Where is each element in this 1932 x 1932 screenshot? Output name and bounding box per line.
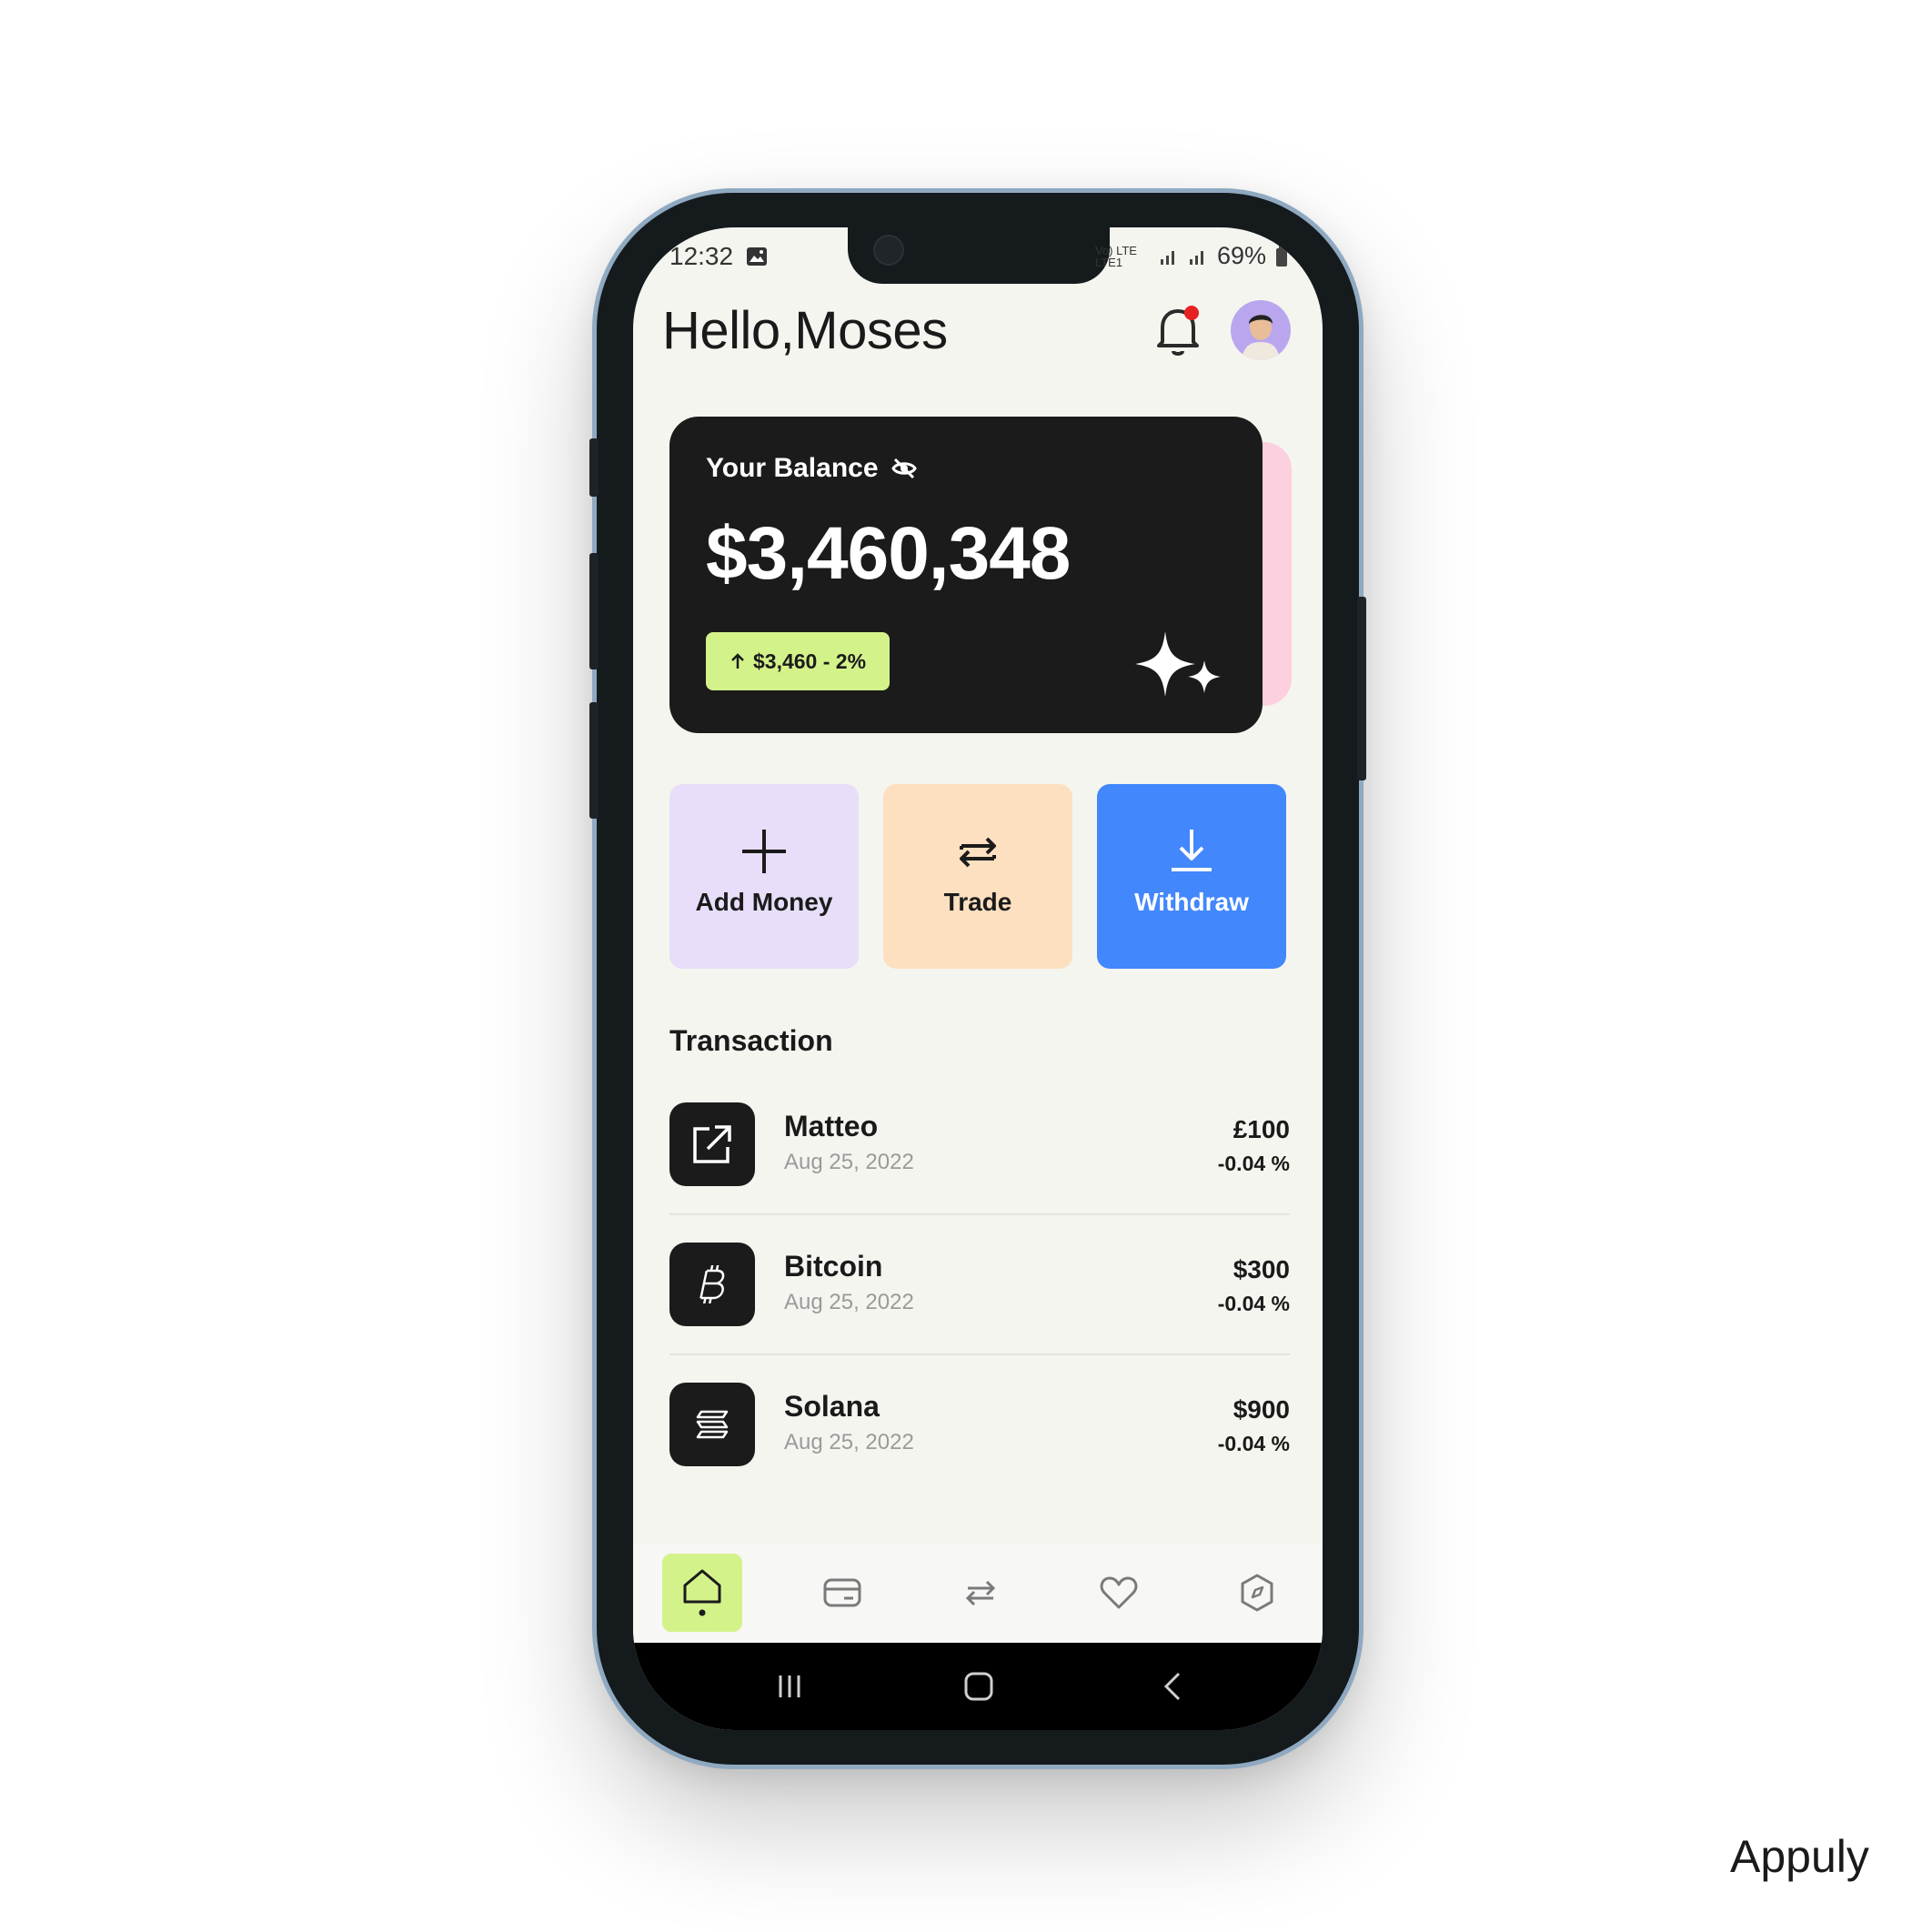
- transaction-date: Aug 25, 2022: [784, 1290, 914, 1314]
- volume-up-button: [589, 553, 599, 669]
- transaction-change: -0.04 %: [1217, 1432, 1290, 1455]
- transaction-row[interactable]: Solana Aug 25, 2022 $900 -0.04 %: [669, 1383, 1290, 1466]
- withdraw-button[interactable]: Withdraw: [1097, 784, 1286, 969]
- phone-frame: 12:32 Vo) LTE LTE1 69% Hello,Moses Your …: [589, 193, 1366, 1765]
- arrow-up-icon: [731, 653, 744, 669]
- eye-off-icon[interactable]: [891, 458, 917, 479]
- balance-label: Your Balance: [706, 453, 879, 483]
- transaction-amount: $300: [1233, 1255, 1290, 1283]
- signal-icon-2: [1189, 250, 1203, 265]
- transaction-name: Bitcoin: [784, 1250, 883, 1283]
- trade-button[interactable]: Trade: [883, 784, 1072, 969]
- solana-icon: [696, 1410, 729, 1439]
- swap-icon: [960, 837, 996, 868]
- transaction-icon-tile: [669, 1383, 755, 1466]
- balance-card[interactable]: Your Balance $3,460,348 $3,460 - 2%: [669, 417, 1263, 733]
- bottom-navigation: [633, 1545, 1323, 1643]
- add-money-label: Add Money: [695, 888, 833, 916]
- status-time: 12:32: [669, 242, 768, 271]
- balance-change-badge: $3,460 - 2%: [706, 632, 890, 690]
- transaction-change: -0.04 %: [1217, 1292, 1290, 1315]
- trade-label: Trade: [943, 888, 1012, 916]
- balance-amount: $3,460,348: [706, 512, 1071, 595]
- heart-icon: [1100, 1576, 1138, 1609]
- divider: [669, 1353, 1290, 1355]
- divider: [669, 1213, 1290, 1215]
- transaction-row[interactable]: Matteo Aug 25, 2022 £100 -0.04 %: [669, 1102, 1290, 1186]
- greeting-title: Hello,Moses: [662, 301, 948, 360]
- network-label: Vo) LTE LTE1: [1094, 243, 1137, 269]
- balance-label-row: Your Balance: [706, 453, 917, 484]
- transaction-row[interactable]: Bitcoin Aug 25, 2022 $300 -0.04 %: [669, 1243, 1290, 1326]
- transaction-amount: £100: [1233, 1115, 1290, 1143]
- notch: [848, 227, 1110, 284]
- nav-favorites[interactable]: [1079, 1554, 1159, 1632]
- transaction-amount: $900: [1233, 1395, 1290, 1424]
- battery-percent: 69%: [1216, 242, 1266, 269]
- image-icon: [746, 247, 767, 266]
- transaction-icon-tile: [669, 1102, 755, 1186]
- bitcoin-icon: [699, 1265, 725, 1303]
- notification-dot: [1184, 306, 1199, 320]
- front-camera: [873, 235, 904, 266]
- status-indicators: Vo) LTE LTE1 69%: [1095, 242, 1288, 270]
- transaction-change: -0.04 %: [1217, 1152, 1290, 1175]
- notification-bell-icon[interactable]: [1152, 302, 1204, 358]
- nav-swap[interactable]: [941, 1554, 1021, 1632]
- transaction-icon-tile: [669, 1243, 755, 1326]
- card-icon: [823, 1578, 861, 1607]
- balance-change-text: $3,460 - 2%: [752, 649, 867, 673]
- avatar-person-icon: [1242, 315, 1280, 360]
- withdraw-label: Withdraw: [1134, 888, 1249, 916]
- transaction-date: Aug 25, 2022: [784, 1430, 914, 1454]
- download-icon: [1172, 830, 1212, 871]
- nav-home[interactable]: [662, 1554, 742, 1632]
- transaction-name: Solana: [784, 1390, 880, 1423]
- transaction-name: Matteo: [784, 1110, 879, 1142]
- transaction-date: Aug 25, 2022: [784, 1150, 914, 1174]
- home-icon: [683, 1569, 721, 1616]
- transaction-section-title: Transaction: [669, 1024, 833, 1057]
- add-money-button[interactable]: Add Money: [669, 784, 859, 969]
- plus-icon: [742, 830, 786, 873]
- back-icon[interactable]: [1155, 1668, 1192, 1705]
- home-button-icon[interactable]: [961, 1668, 997, 1705]
- system-navigation-bar: [633, 1643, 1323, 1730]
- external-link-icon: [693, 1125, 731, 1163]
- signal-icon: [1160, 250, 1174, 265]
- power-button: [1357, 597, 1366, 780]
- compass-icon: [1241, 1574, 1273, 1612]
- sparkle-icon: [1135, 631, 1221, 697]
- mute-switch: [589, 438, 599, 497]
- recent-apps-icon[interactable]: [771, 1668, 808, 1705]
- phone-screen: 12:32 Vo) LTE LTE1 69% Hello,Moses Your …: [633, 227, 1323, 1730]
- battery-icon: [1276, 245, 1287, 267]
- nav-card[interactable]: [802, 1554, 882, 1632]
- volume-down-button: [589, 702, 599, 819]
- watermark: Appuly: [1730, 1831, 1869, 1882]
- nav-explore[interactable]: [1217, 1554, 1297, 1632]
- swap-icon: [965, 1580, 996, 1606]
- avatar[interactable]: [1231, 300, 1291, 360]
